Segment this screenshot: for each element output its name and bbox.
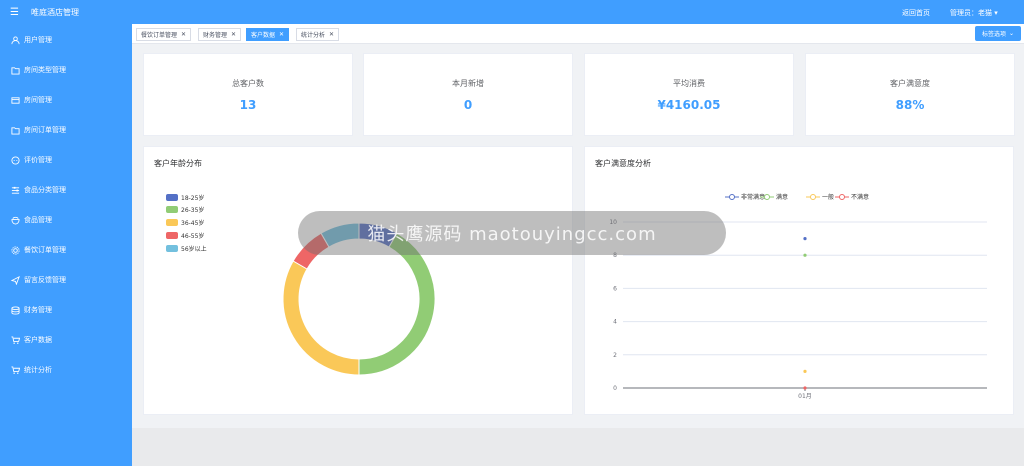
tab-label: 客户数据 [251, 32, 276, 39]
close-icon[interactable]: ✕ [279, 31, 284, 38]
sidebar-item-11[interactable]: 统计分析 [0, 360, 132, 380]
bowl-icon [10, 215, 20, 225]
y-tick-label: 6 [613, 285, 617, 292]
footer-area [132, 428, 1024, 466]
tab-label: 统计分析 [301, 32, 326, 39]
admin-label: 管理员：老猫 [950, 9, 992, 17]
sidebar-item-3[interactable]: 房间订单管理 [0, 120, 132, 140]
pie-slice[interactable] [282, 260, 360, 376]
stat-card-average-spend: 平均消费 ¥4160.05 [584, 53, 794, 136]
sidebar-item-8[interactable]: 留言反馈管理 [0, 270, 132, 290]
y-tick-label: 4 [613, 319, 617, 326]
stat-label: 平均消费 [673, 79, 705, 88]
sidebar-item-4[interactable]: 评价管理 [0, 150, 132, 170]
tab-bar: 餐饮订单管理 ✕ 财务管理 ✕ 客户数据 ✕ 统计分析 ✕ 标签选项 ⌄ [132, 24, 1024, 44]
stat-card-satisfaction: 客户满意度 88% [805, 53, 1015, 136]
satisfaction-line-chart: 024681001月 [609, 219, 987, 400]
folder-icon [10, 65, 20, 75]
tab-finance[interactable]: 财务管理 ✕ [198, 28, 242, 41]
stat-value: 88% [895, 98, 925, 112]
sidebar-item-label: 统计分析 [24, 366, 52, 374]
stat-value: 13 [239, 98, 257, 112]
home-link[interactable]: 返回首页 [902, 8, 930, 18]
tab-label: 餐饮订单管理 [141, 32, 178, 39]
data-point[interactable] [803, 253, 807, 257]
database-icon [10, 305, 20, 315]
y-tick-label: 2 [613, 352, 617, 359]
sidebar-item-7[interactable]: 餐饮订单管理 [0, 240, 132, 260]
tag-options-label: 标签选项 [981, 31, 1006, 38]
topbar: 返回首页 管理员：老猫 ▾ [132, 0, 1024, 24]
sidebar-item-label: 食品管理 [24, 216, 52, 224]
stat-label: 客户满意度 [890, 79, 930, 88]
sidebar-item-label: 房间类型管理 [24, 66, 66, 74]
cart-icon [10, 335, 20, 345]
sidebar-item-label: 房间管理 [24, 96, 52, 104]
sidebar-item-label: 餐饮订单管理 [24, 246, 66, 254]
tab-label: 财务管理 [203, 32, 228, 39]
satisfaction-panel: 客户满意度分析 非常满意 满意 一般 不满意 0 2 4 6 8 10 01月 [584, 146, 1014, 415]
stat-card-new-this-month: 本月新增 0 [363, 53, 573, 136]
data-point[interactable] [803, 237, 807, 241]
app-title: 唯庭酒店管理 [30, 7, 79, 17]
admin-menu[interactable]: 管理员：老猫 ▾ [950, 8, 998, 18]
gear-icon [10, 245, 20, 255]
chat-icon [10, 155, 20, 165]
sidebar-item-label: 留言反馈管理 [24, 276, 66, 284]
y-tick-label: 0 [613, 385, 617, 392]
sidebar-item-label: 用户管理 [24, 36, 52, 44]
watermark-banner: 猫头鹰源码 maotouyingcc.com [298, 211, 726, 255]
sidebar-item-label: 财务管理 [24, 306, 52, 314]
chevron-down-icon: ⌄ [1008, 30, 1015, 37]
sliders-icon [10, 185, 20, 195]
menu-toggle-icon[interactable]: ☰ [10, 7, 19, 18]
close-icon[interactable]: ✕ [181, 31, 186, 38]
data-point[interactable] [803, 386, 807, 390]
room-icon [10, 95, 20, 105]
age-donut-chart [282, 222, 436, 376]
sidebar-item-0[interactable]: 用户管理 [0, 30, 132, 50]
sidebar-item-label: 客户数据 [24, 336, 52, 344]
close-icon[interactable]: ✕ [231, 31, 236, 38]
cart-icon [10, 365, 20, 375]
tab-dining-orders[interactable]: 餐饮订单管理 ✕ [136, 28, 192, 41]
sidebar: ☰ 唯庭酒店管理 用户管理房间类型管理 房间管理房间订单管理 评价管理食品分类管理食… [0, 0, 132, 466]
stat-label: 本月新增 [452, 79, 484, 88]
sidebar-item-label: 食品分类管理 [24, 186, 66, 194]
stat-card-total-customers: 总客户数 13 [143, 53, 353, 136]
sidebar-item-10[interactable]: 客户数据 [0, 330, 132, 350]
x-tick-label: 01月 [798, 393, 812, 400]
brand: ☰ 唯庭酒店管理 [0, 0, 132, 24]
sidebar-item-label: 房间订单管理 [24, 126, 66, 134]
sidebar-item-2[interactable]: 房间管理 [0, 90, 132, 110]
sidebar-item-9[interactable]: 财务管理 [0, 300, 132, 320]
send-icon [10, 275, 20, 285]
caret-down-icon: ▾ [994, 9, 998, 17]
data-point[interactable] [803, 369, 807, 373]
tag-options-button[interactable]: 标签选项 ⌄ [975, 26, 1021, 41]
tab-customer-data[interactable]: 客户数据 ✕ [246, 28, 290, 41]
user-icon [10, 35, 20, 45]
folder-icon [10, 125, 20, 135]
sidebar-item-1[interactable]: 房间类型管理 [0, 60, 132, 80]
tab-statistics[interactable]: 统计分析 ✕ [296, 28, 340, 41]
stat-value: 0 [463, 98, 473, 112]
close-icon[interactable]: ✕ [329, 31, 334, 38]
age-distribution-panel: 客户年龄分布 18-25岁 26-35岁 36-45岁 46-55岁 56岁以上 [143, 146, 573, 415]
sidebar-item-5[interactable]: 食品分类管理 [0, 180, 132, 200]
stat-value: ¥4160.05 [657, 98, 721, 112]
sidebar-item-label: 评价管理 [24, 156, 52, 164]
sidebar-item-6[interactable]: 食品管理 [0, 210, 132, 230]
stat-label: 总客户数 [232, 79, 264, 88]
